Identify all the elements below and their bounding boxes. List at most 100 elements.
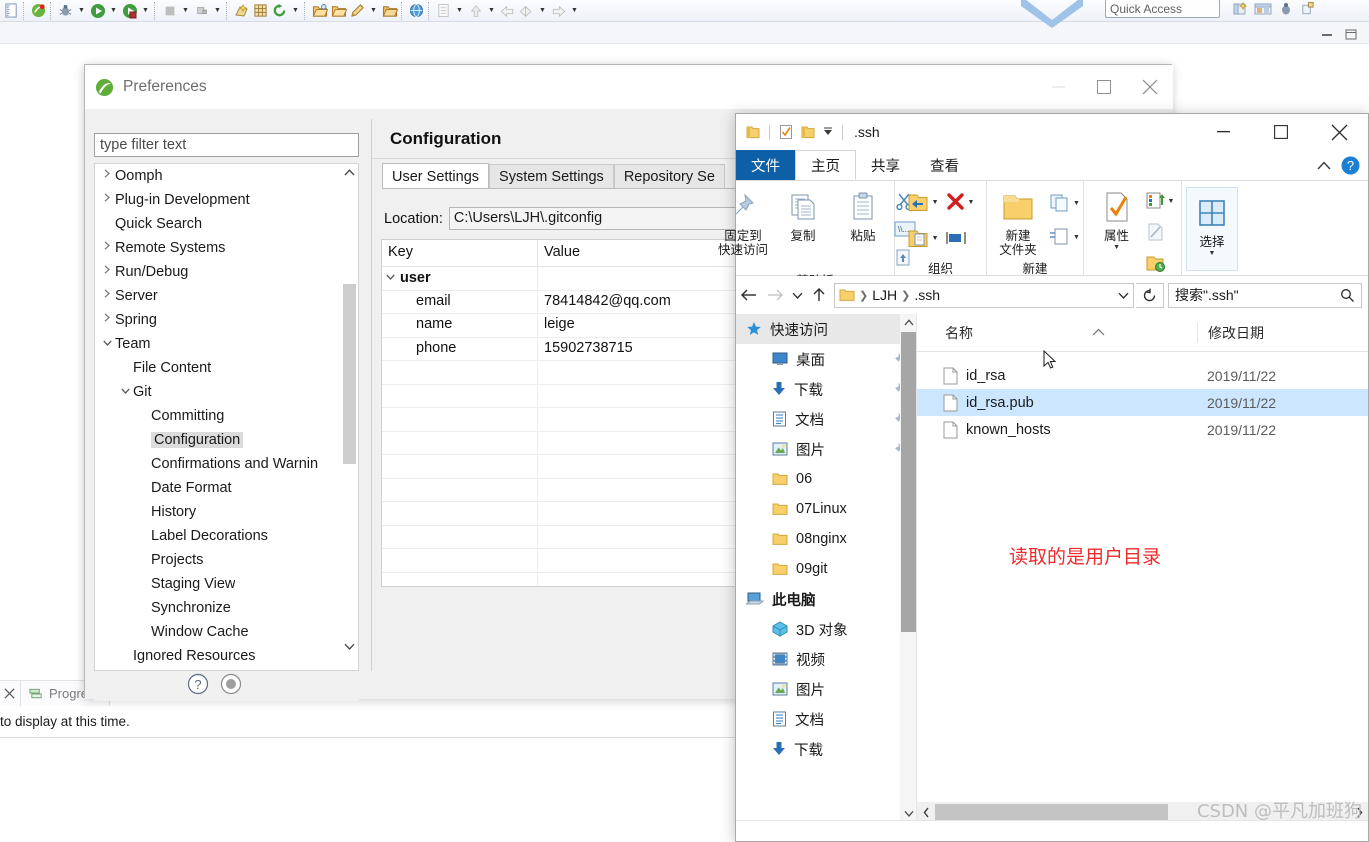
recent-locations-button[interactable]: [788, 280, 806, 310]
properties-check-icon[interactable]: [778, 124, 794, 140]
file-row[interactable]: id_rsa.pub 2019/11/22: [917, 389, 1368, 416]
copy-to-caret-icon[interactable]: ▼: [932, 235, 939, 242]
properties-button[interactable]: 属性 ▼: [1091, 186, 1143, 251]
ruler-icon[interactable]: [2, 1, 21, 21]
preferences-tree[interactable]: Oomph Plug-in Development Quick Search Remo…: [94, 163, 359, 671]
profile-icon[interactable]: [192, 1, 211, 21]
open-folder-icon[interactable]: [310, 1, 329, 21]
new-package-icon[interactable]: [251, 1, 270, 21]
tree-item-git[interactable]: Git: [95, 380, 343, 404]
profile-dropdown-icon[interactable]: ▼: [211, 1, 224, 21]
tree-item-label-decorations[interactable]: Label Decorations: [95, 524, 343, 548]
debug-bug-icon[interactable]: [56, 1, 75, 21]
ribbon-tab-共享[interactable]: 共享: [856, 150, 915, 180]
up-arrow-dropdown-icon[interactable]: ▼: [485, 1, 498, 21]
tree-item-plug-in-development[interactable]: Plug-in Development: [95, 188, 343, 212]
tree-item-synchronize[interactable]: Synchronize: [95, 596, 343, 620]
chevron-right-icon[interactable]: [99, 169, 115, 181]
preferences-maximize-button[interactable]: [1081, 65, 1127, 109]
tree-scroll-thumb[interactable]: [343, 284, 356, 464]
new-folder-icon[interactable]: [800, 124, 816, 140]
nav-vertical-scrollbar[interactable]: [900, 314, 916, 822]
search-input[interactable]: 搜索".ssh": [1168, 282, 1362, 308]
history-button[interactable]: [1145, 250, 1175, 276]
breadcrumb-item-1[interactable]: .ssh: [914, 287, 940, 303]
nav-item-06[interactable]: 06: [736, 464, 916, 494]
explorer-maximize-button[interactable]: [1252, 114, 1310, 150]
copy-to-button[interactable]: ▼: [907, 225, 939, 251]
nav-item-桌面[interactable]: 桌面: [736, 344, 916, 374]
nav-item-此电脑[interactable]: 此电脑: [736, 584, 916, 614]
prev-dropdown-icon[interactable]: ▼: [536, 1, 549, 21]
tree-vertical-scrollbar[interactable]: [341, 164, 358, 655]
nav-item-图片[interactable]: 图片: [736, 674, 916, 704]
pin-to-quick-access-button[interactable]: 固定到 快速访问: [714, 186, 772, 257]
close-tab-icon[interactable]: [3, 687, 16, 700]
quick-access-input[interactable]: Quick Access: [1105, 0, 1220, 18]
open-perspective-icon[interactable]: [1232, 1, 1248, 17]
up-button[interactable]: [806, 280, 832, 310]
prev-arrow-icon[interactable]: [517, 1, 536, 21]
select-caret-icon[interactable]: ▼: [1209, 250, 1216, 257]
folder-icon[interactable]: [745, 124, 761, 140]
next-dropdown-icon[interactable]: ▼: [568, 1, 581, 21]
nav-item-下载[interactable]: 下载: [736, 734, 916, 764]
nav-item-快速访问[interactable]: 快速访问: [736, 314, 916, 344]
new-item-button[interactable]: ▼: [1048, 190, 1080, 216]
tree-item-run-debug[interactable]: Run/Debug: [95, 260, 343, 284]
tree-item-staging-view[interactable]: Staging View: [95, 572, 343, 596]
help-icon[interactable]: ?: [1341, 156, 1360, 175]
tree-item-remote-systems[interactable]: Remote Systems: [95, 236, 343, 260]
tree-item-confirmations-and-warnin[interactable]: Confirmations and Warnin: [95, 452, 343, 476]
explorer-file-pane[interactable]: 名称 修改日期 id_rsa 2019/11/22 id_rsa.pub 2019/1…: [916, 314, 1368, 822]
chevron-down-icon[interactable]: [99, 338, 115, 349]
run-dropdown-icon[interactable]: ▼: [107, 1, 120, 21]
file-hscroll-thumb[interactable]: [935, 804, 1168, 820]
tree-item-date-format[interactable]: Date Format: [95, 476, 343, 500]
tab-repository-se[interactable]: Repository Se: [613, 164, 725, 189]
explorer-close-button[interactable]: [1310, 114, 1368, 150]
nav-item-08nginx[interactable]: 08nginx: [736, 524, 916, 554]
open-type-icon[interactable]: [329, 1, 348, 21]
tree-item-spring[interactable]: Spring: [95, 308, 343, 332]
easy-access-button[interactable]: ▼: [1048, 224, 1080, 250]
new-folder-button[interactable]: 新建 文件夹: [990, 186, 1046, 257]
explorer-minimize-button[interactable]: [1194, 114, 1252, 150]
delete-caret-icon[interactable]: ▼: [968, 199, 975, 206]
open-with-caret-icon[interactable]: ▼: [1168, 198, 1175, 205]
chevron-right-icon[interactable]: [99, 313, 115, 325]
tree-item-team[interactable]: Team: [95, 332, 343, 356]
properties-caret-icon[interactable]: ▼: [1113, 244, 1120, 251]
java-perspective-icon[interactable]: [1254, 1, 1272, 17]
tree-item-oomph[interactable]: Oomph: [95, 164, 343, 188]
paste-button[interactable]: 粘贴: [834, 186, 892, 243]
delete-button[interactable]: ▼: [945, 189, 975, 215]
new-item-caret-icon[interactable]: ▼: [1073, 200, 1080, 207]
spring-boot-icon[interactable]: [29, 1, 48, 21]
file-row[interactable]: known_hosts 2019/11/22: [917, 416, 1368, 443]
back-button[interactable]: [736, 280, 762, 310]
up-arrow-icon[interactable]: [466, 1, 485, 21]
move-to-button[interactable]: ▼: [907, 189, 939, 215]
new-wizard-icon[interactable]: [232, 1, 251, 21]
nav-scroll-thumb[interactable]: [901, 332, 916, 632]
open-resource-icon[interactable]: [380, 1, 399, 21]
minimize-icon[interactable]: [1320, 28, 1334, 40]
filter-input[interactable]: type filter text: [94, 133, 359, 157]
explorer-navigation-pane[interactable]: 快速访问 桌面 下载 文档 图片 06 07Linux 08nginx 09git 此电脑 3D 对…: [736, 314, 916, 822]
file-column-date[interactable]: 修改日期: [1197, 322, 1357, 343]
tree-item-history[interactable]: History: [95, 500, 343, 524]
tree-item-server[interactable]: Server: [95, 284, 343, 308]
customize-dropdown-icon[interactable]: [822, 126, 834, 138]
chevron-down-icon[interactable]: [386, 272, 395, 283]
checklist-icon[interactable]: [434, 1, 453, 21]
nav-item-图片[interactable]: 图片: [736, 434, 916, 464]
file-row[interactable]: id_rsa 2019/11/22: [917, 362, 1368, 389]
chevron-up-icon[interactable]: [341, 164, 358, 181]
ribbon-tab-文件[interactable]: 文件: [736, 150, 795, 180]
tree-item-window-cache[interactable]: Window Cache: [95, 620, 343, 644]
chevron-down-icon[interactable]: [1118, 292, 1129, 299]
copy-button[interactable]: 复制: [774, 186, 832, 243]
next-arrow-icon[interactable]: [549, 1, 568, 21]
sync-perspective-icon[interactable]: [1300, 1, 1315, 17]
